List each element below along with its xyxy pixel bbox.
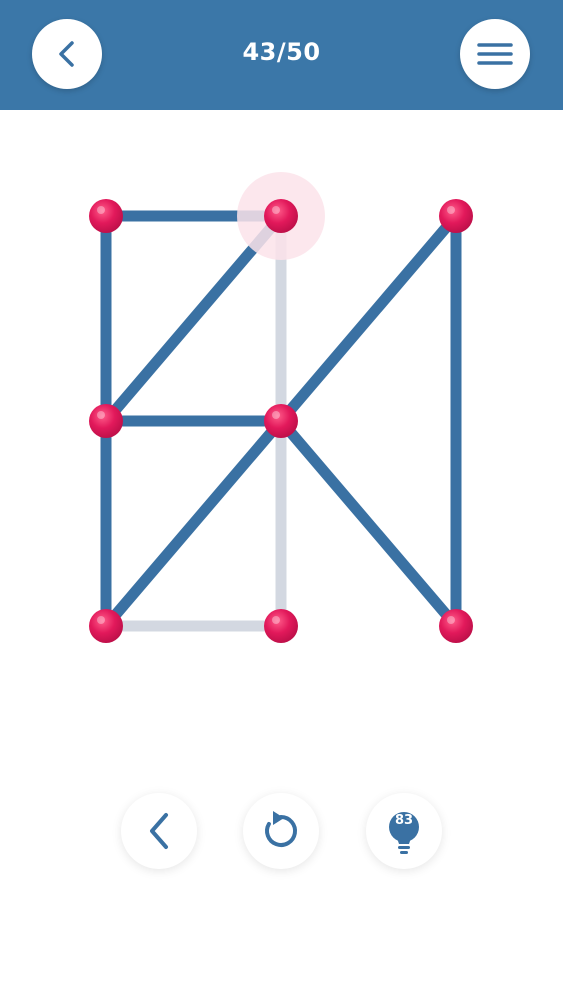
top-bar: 43/50 <box>0 0 563 110</box>
node-top-left[interactable] <box>89 199 123 233</box>
restart-button[interactable] <box>243 793 319 869</box>
node-shine <box>97 206 105 214</box>
menu-button[interactable] <box>460 19 530 89</box>
node-top-right[interactable] <box>439 199 473 233</box>
hamburger-menu-icon <box>477 43 513 65</box>
undo-button[interactable] <box>121 793 197 869</box>
node-shine <box>447 206 455 214</box>
drawn-edge-center-to-bottom-right <box>276 417 461 630</box>
node-shine <box>272 206 280 214</box>
puzzle-graph[interactable] <box>0 110 563 730</box>
node-shine <box>97 411 105 419</box>
node-top-middle[interactable] <box>264 199 298 233</box>
node-bottom-left[interactable] <box>89 609 123 643</box>
node-shine <box>272 411 280 419</box>
node-middle-left[interactable] <box>89 404 123 438</box>
node-shine <box>447 616 455 624</box>
node-shine <box>97 616 105 624</box>
lightbulb-icon <box>389 812 419 854</box>
node-bottom-right[interactable] <box>439 609 473 643</box>
node-shine <box>272 616 280 624</box>
hint-button[interactable]: 83 <box>366 793 442 869</box>
drawn-edge-center-to-bottom-left <box>101 417 286 630</box>
chevron-left-icon <box>150 813 168 849</box>
node-center[interactable] <box>264 404 298 438</box>
restart-icon <box>265 811 298 847</box>
node-bottom-middle[interactable] <box>264 609 298 643</box>
hint-count: 83 <box>394 813 414 828</box>
puzzle-board[interactable] <box>0 110 563 730</box>
